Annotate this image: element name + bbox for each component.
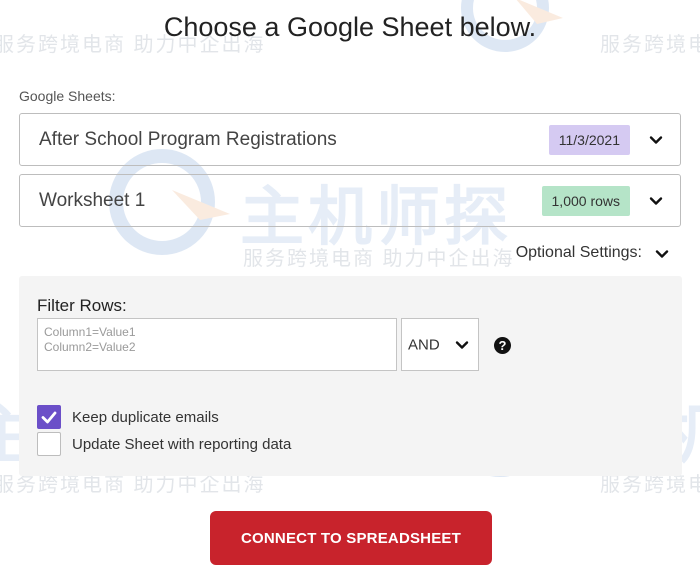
page-title: Choose a Google Sheet below. bbox=[163, 12, 537, 42]
update-sheet-checkbox[interactable] bbox=[37, 432, 61, 456]
filter-operator-value: AND bbox=[408, 336, 440, 353]
worksheet-rows-badge: 1,000 rows bbox=[541, 185, 630, 216]
chevron-down-icon bbox=[655, 250, 669, 258]
check-icon bbox=[41, 411, 57, 424]
keep-duplicate-emails-label: Keep duplicate emails bbox=[72, 409, 219, 426]
spreadsheet-select-value: After School Program Registrations bbox=[39, 128, 337, 150]
connect-to-spreadsheet-button[interactable]: CONNECT TO SPREADSHEET bbox=[210, 511, 492, 565]
optional-settings-label: Optional Settings: bbox=[515, 244, 642, 261]
filter-operator-select[interactable]: AND bbox=[401, 318, 479, 371]
chevron-down-icon bbox=[649, 196, 663, 205]
optional-settings-toggle[interactable]: Optional Settings: bbox=[470, 240, 670, 266]
filter-rows-input[interactable] bbox=[37, 318, 397, 371]
spreadsheet-select[interactable]: After School Program Registrations 11/3/… bbox=[19, 113, 681, 166]
google-sheets-label: Google Sheets: bbox=[19, 88, 116, 104]
question-circle-icon[interactable]: ? bbox=[494, 337, 511, 354]
spreadsheet-date-badge: 11/3/2021 bbox=[548, 124, 630, 155]
filter-rows-label: Filter Rows: bbox=[37, 296, 127, 315]
update-sheet-label: Update Sheet with reporting data bbox=[72, 436, 292, 453]
chevron-down-icon bbox=[649, 135, 663, 144]
worksheet-select[interactable]: Worksheet 1 1,000 rows bbox=[19, 174, 681, 227]
chevron-down-icon bbox=[455, 340, 469, 349]
worksheet-select-value: Worksheet 1 bbox=[39, 189, 146, 211]
keep-duplicate-emails-checkbox[interactable] bbox=[37, 405, 61, 429]
